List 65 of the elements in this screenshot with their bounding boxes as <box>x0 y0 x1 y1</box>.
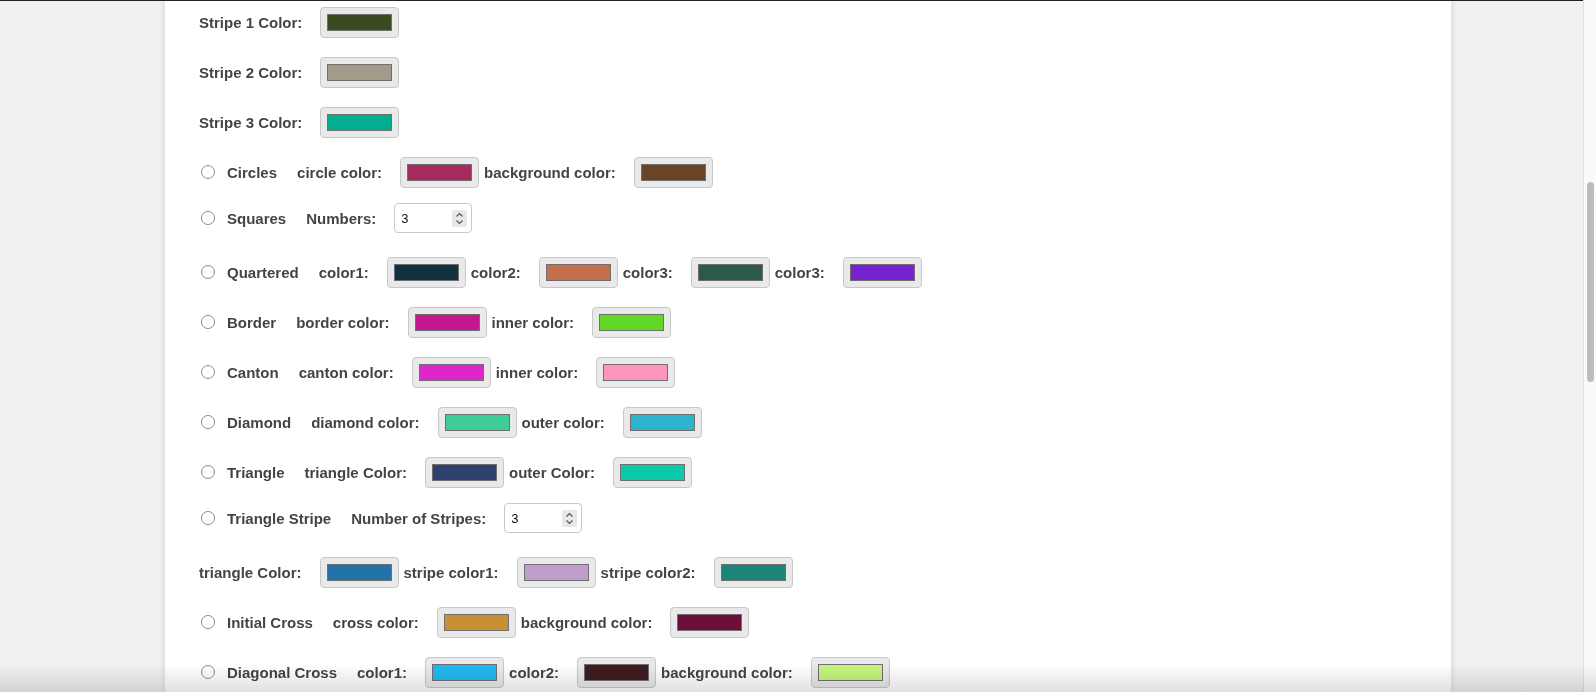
field-label: inner color: <box>495 363 579 381</box>
color-swatch[interactable] <box>320 56 400 88</box>
color-swatch[interactable] <box>425 656 505 688</box>
field-label: background color: <box>520 613 653 631</box>
field-label: circle color: <box>297 163 383 181</box>
color-swatch[interactable] <box>411 356 491 388</box>
field-label: Number of Stripes: <box>351 509 487 527</box>
color-swatch[interactable] <box>320 106 400 138</box>
color-swatch[interactable] <box>407 306 487 338</box>
field-label: color2: <box>470 263 521 281</box>
field-label: color2: <box>509 663 560 681</box>
color-swatch[interactable] <box>670 606 750 638</box>
color-swatch[interactable] <box>319 556 399 588</box>
field-label: inner color: <box>491 313 575 331</box>
color-swatch[interactable] <box>622 406 702 438</box>
option-label: Triangle Stripe <box>227 509 332 527</box>
field-label: background color: <box>661 663 793 681</box>
scrollbar-thumb[interactable] <box>1587 182 1594 382</box>
option-label: Canton <box>227 363 279 381</box>
option-label: Squares <box>227 209 287 227</box>
field-label: stripe color1: <box>403 563 499 581</box>
color-swatch[interactable] <box>592 306 672 338</box>
option-label: Diamond <box>227 413 292 431</box>
option-label: Triangle <box>227 463 285 481</box>
color-swatch[interactable] <box>386 256 466 288</box>
option-label: Quartered <box>227 263 299 281</box>
color-swatch[interactable] <box>612 456 692 488</box>
field-label: color3: <box>622 263 673 281</box>
field-label: Stripe 2 Color: <box>199 63 303 81</box>
field-label: color1: <box>357 663 408 681</box>
field-label: Stripe 3 Color: <box>199 113 303 131</box>
option-label: Diagonal Cross <box>227 663 338 681</box>
color-swatch[interactable] <box>436 606 516 638</box>
option-label: Border <box>227 313 277 331</box>
option-label: Circles <box>227 163 278 181</box>
field-label: color3: <box>774 263 825 281</box>
field-label: stripe color2: <box>600 563 696 581</box>
color-swatch[interactable] <box>437 406 517 438</box>
field-label: background color: <box>484 163 616 181</box>
color-swatch[interactable] <box>577 656 657 688</box>
field-label: border color: <box>296 313 390 331</box>
color-swatch[interactable] <box>713 556 793 588</box>
field-label: outer Color: <box>509 463 595 481</box>
color-swatch[interactable] <box>810 656 890 688</box>
color-swatch[interactable] <box>516 556 596 588</box>
number-field[interactable]: 3 <box>504 503 583 533</box>
field-label: canton color: <box>298 363 394 381</box>
number-field[interactable]: 3 <box>394 203 473 233</box>
field-label: diamond color: <box>311 413 420 431</box>
color-swatch[interactable] <box>538 256 618 288</box>
color-swatch[interactable] <box>596 356 676 388</box>
color-swatch[interactable] <box>690 256 770 288</box>
field-label: triangle Color: <box>304 463 408 481</box>
field-label: Numbers: <box>306 209 377 227</box>
color-swatch[interactable] <box>425 456 505 488</box>
field-label: Stripe 1 Color: <box>199 13 303 31</box>
color-swatch[interactable] <box>400 156 480 188</box>
field-label: color1: <box>318 263 369 281</box>
color-swatch[interactable] <box>842 256 922 288</box>
option-label: Initial Cross <box>227 613 313 631</box>
color-swatch[interactable] <box>633 156 713 188</box>
field-label: cross color: <box>332 613 419 631</box>
field-label: triangle Color: <box>199 563 302 581</box>
field-label: outer color: <box>521 413 605 431</box>
color-swatch[interactable] <box>320 6 400 38</box>
